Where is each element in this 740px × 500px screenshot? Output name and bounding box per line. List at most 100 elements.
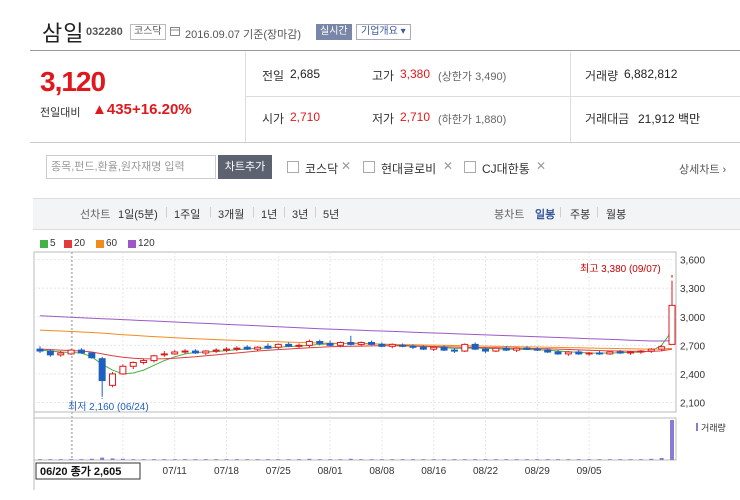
candle-body bbox=[305, 341, 313, 346]
candle-body bbox=[616, 351, 624, 354]
volume-bar bbox=[524, 459, 529, 460]
candle-body bbox=[264, 345, 272, 349]
candle-body bbox=[140, 360, 148, 363]
volume-bar bbox=[286, 459, 291, 460]
candle-body bbox=[388, 343, 396, 347]
candle-body bbox=[129, 361, 137, 367]
volume-bar bbox=[556, 459, 561, 460]
candle-body bbox=[254, 346, 262, 350]
y-tick-label: 2,100 bbox=[680, 398, 705, 409]
volume-bar bbox=[483, 459, 488, 460]
volume-bar bbox=[628, 459, 633, 460]
candle-body bbox=[419, 346, 427, 350]
volume-bar bbox=[452, 459, 457, 460]
volume-bar bbox=[514, 459, 519, 460]
volume-bar bbox=[338, 459, 343, 460]
candle-body bbox=[181, 350, 189, 353]
candle-body bbox=[46, 350, 54, 356]
candle-body bbox=[98, 358, 106, 382]
candle-body bbox=[544, 349, 552, 353]
volume-bar bbox=[649, 458, 654, 460]
y-tick-label: 3,600 bbox=[680, 256, 705, 267]
candle-body bbox=[440, 346, 448, 351]
volume-bar bbox=[141, 459, 146, 460]
candle-body bbox=[36, 348, 44, 352]
candle-body bbox=[450, 349, 458, 352]
candle-body bbox=[430, 346, 438, 350]
candle-body bbox=[658, 346, 666, 350]
volume-bar bbox=[234, 459, 239, 460]
volume-bar bbox=[618, 459, 623, 460]
volume-legend-swatch bbox=[696, 423, 698, 431]
cursor-tooltip-text: 06/20 종가 2,605 bbox=[40, 464, 121, 478]
x-tick-label: 07/18 bbox=[214, 466, 239, 477]
x-tick-label: 08/16 bbox=[421, 466, 446, 477]
volume-bar bbox=[431, 459, 436, 460]
candle-body bbox=[585, 352, 593, 355]
candle-body bbox=[502, 347, 510, 351]
volume-bar bbox=[79, 459, 84, 460]
volume-bar bbox=[473, 459, 478, 460]
volume-bar bbox=[48, 459, 53, 460]
candle-body bbox=[461, 343, 469, 352]
volume-bar bbox=[348, 458, 353, 460]
candle-body bbox=[357, 341, 365, 345]
x-tick-label: 08/01 bbox=[318, 466, 343, 477]
volume-bar bbox=[576, 459, 581, 460]
volume-bar bbox=[504, 459, 509, 460]
candle-body bbox=[513, 347, 521, 351]
candle-body bbox=[160, 353, 168, 356]
volume-bar bbox=[245, 459, 250, 460]
candle-body bbox=[627, 351, 635, 354]
y-tick-label: 3,300 bbox=[680, 284, 705, 295]
volume-bar bbox=[379, 459, 384, 460]
volume-legend-label: 거래량 bbox=[701, 422, 726, 433]
stock-candle-chart[interactable]: 3,6003,3003,0002,7002,4002,1002707/0407/… bbox=[0, 0, 740, 500]
volume-bar bbox=[307, 458, 312, 460]
y-tick-label: 2,400 bbox=[680, 370, 705, 381]
y-tick-label: 2,700 bbox=[680, 341, 705, 352]
volume-bar bbox=[58, 459, 63, 460]
candle-body bbox=[492, 347, 500, 352]
candle-body bbox=[171, 351, 179, 355]
candle-body bbox=[668, 304, 676, 345]
candle-body bbox=[222, 348, 230, 351]
volume-bar bbox=[151, 459, 156, 460]
volume-bar bbox=[566, 459, 571, 460]
candle-body bbox=[575, 351, 583, 355]
volume-bar bbox=[607, 459, 612, 460]
volume-bar bbox=[255, 459, 260, 460]
candle-body bbox=[554, 351, 562, 355]
x-tick-label: 08/22 bbox=[473, 466, 498, 477]
candle-body bbox=[482, 348, 490, 352]
candle-body bbox=[471, 343, 479, 350]
candle-body bbox=[533, 348, 541, 351]
volume-bar bbox=[659, 458, 664, 460]
volume-bar bbox=[162, 459, 167, 460]
candle-body bbox=[564, 351, 572, 355]
volume-bar bbox=[131, 459, 136, 460]
candle-body bbox=[67, 349, 75, 355]
candle-body bbox=[109, 373, 117, 386]
candle-body bbox=[647, 348, 655, 352]
volume-bar bbox=[400, 459, 405, 460]
candle-body bbox=[378, 343, 386, 347]
volume-bar bbox=[317, 459, 322, 460]
volume-bar bbox=[38, 459, 42, 460]
candle-body bbox=[150, 355, 158, 362]
candle-body bbox=[285, 343, 293, 347]
volume-bar bbox=[462, 459, 467, 460]
candle-body bbox=[347, 341, 355, 345]
candle-body bbox=[119, 365, 127, 375]
volume-bar bbox=[369, 459, 374, 460]
volume-bar bbox=[587, 459, 592, 460]
candle-body bbox=[409, 345, 417, 348]
volume-bar bbox=[120, 458, 125, 460]
candle-body bbox=[202, 350, 210, 354]
volume-bar bbox=[214, 459, 219, 460]
volume-bar bbox=[276, 459, 281, 460]
candle-body bbox=[57, 352, 65, 356]
volume-bar bbox=[493, 459, 498, 460]
candle-body bbox=[399, 344, 407, 347]
candle-body bbox=[77, 349, 85, 354]
